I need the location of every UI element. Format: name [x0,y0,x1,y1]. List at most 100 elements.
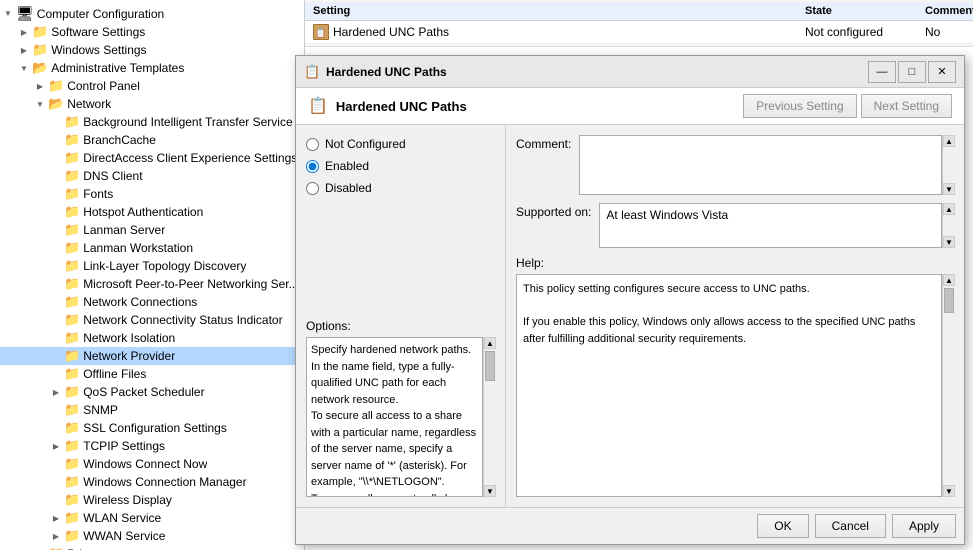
row-status: Not configured [805,25,925,39]
scrollbar-thumb[interactable] [485,351,495,381]
tree-item-net-connections[interactable]: 📁Network Connections [0,293,304,311]
col-header-comment: Comment [925,5,965,17]
maximize-button[interactable]: □ [898,61,926,83]
radio-disabled-label: Disabled [325,181,372,195]
ok-button[interactable]: OK [757,514,808,538]
options-label: Options: [306,319,495,333]
modal-title-text: Hardened UNC Paths [326,65,866,79]
tree-item-tcpip[interactable]: ▶📁TCPIP Settings [0,437,304,455]
tree-item-windows-connect-now[interactable]: 📁Windows Connect Now [0,455,304,473]
tree-item-printers[interactable]: 📁Printers [0,545,304,550]
scroll-down-arrow[interactable]: ▼ [484,485,496,497]
folder-icon-lanman-workstation: 📁 [64,240,80,256]
cancel-button[interactable]: Cancel [815,514,886,538]
comment-scrollbar[interactable]: ▲ ▼ [942,135,954,195]
comment-textarea[interactable] [579,135,942,195]
tree-item-snmp[interactable]: 📁SNMP [0,401,304,419]
tree-item-ssl-config[interactable]: 📁SSL Configuration Settings [0,419,304,437]
tree-item-control-panel[interactable]: ▶📁Control Panel [0,77,304,95]
tree-item-directaccess[interactable]: 📁DirectAccess Client Experience Settings [0,149,304,167]
tree-label-branchcache: BranchCache [83,133,156,147]
next-setting-button[interactable]: Next Setting [861,94,952,118]
tree-item-ms-peer[interactable]: 📁Microsoft Peer-to-Peer Networking Ser..… [0,275,304,293]
tree-item-offline-files[interactable]: 📁Offline Files [0,365,304,383]
supported-scroll-down[interactable]: ▼ [943,236,955,248]
help-scroll-down[interactable]: ▼ [943,485,955,497]
close-button[interactable]: ✕ [928,61,956,83]
radio-enabled[interactable]: Enabled [306,159,495,173]
expand-btn-qos[interactable]: ▶ [48,384,64,400]
modal-dialog: 📋 Hardened UNC Paths — □ ✕ 📋 Hardened UN… [295,55,965,545]
tree-item-windows-connection-manager[interactable]: 📁Windows Connection Manager [0,473,304,491]
supported-scrollbar[interactable]: ▲ ▼ [942,203,954,248]
tree-item-link-layer[interactable]: 📁Link-Layer Topology Discovery [0,257,304,275]
folder-icon-printers: 📁 [48,546,64,550]
tree-item-dns-client[interactable]: 📁DNS Client [0,167,304,185]
folder-icon-offline-files: 📁 [64,366,80,382]
modal-footer: OK Cancel Apply [296,507,964,544]
comment-section: Comment: ▲ ▼ [516,135,954,195]
expand-btn-software-settings[interactable]: ▶ [16,24,32,40]
options-content[interactable]: Specify hardened network paths. In the n… [306,337,483,497]
tree-item-lanman-server[interactable]: 📁Lanman Server [0,221,304,239]
tree-item-ncsi[interactable]: 📁Network Connectivity Status Indicator [0,311,304,329]
help-scrollbar[interactable]: ▲ ▼ [942,274,954,497]
help-scrollbar-thumb[interactable] [944,288,954,313]
expand-btn-admin-templates[interactable]: ▼ [16,60,32,76]
radio-not-configured[interactable]: Not Configured [306,137,495,151]
prev-setting-button[interactable]: Previous Setting [743,94,856,118]
folder-icon-computer-config: 🖥 [16,5,34,22]
expand-btn-tcpip[interactable]: ▶ [48,438,64,454]
tree-item-windows-settings[interactable]: ▶📁Windows Settings [0,41,304,59]
tree-item-network[interactable]: ▼📂Network [0,95,304,113]
tree-item-lanman-workstation[interactable]: 📁Lanman Workstation [0,239,304,257]
radio-disabled-input[interactable] [306,182,319,195]
help-section: Help: This policy setting configures sec… [516,256,954,497]
expand-btn-network[interactable]: ▼ [32,96,48,112]
tree-item-wireless-display[interactable]: 📁Wireless Display [0,491,304,509]
comment-scroll-up[interactable]: ▲ [943,135,955,147]
folder-icon-directaccess: 📁 [64,150,80,166]
table-row[interactable]: 📋 Hardened UNC Paths Not configured No [305,21,973,44]
folder-icon-windows-connection-manager: 📁 [64,474,80,490]
modal-nav-buttons: Previous Setting Next Setting [743,94,952,118]
expand-btn-computer-config[interactable]: ▼ [0,6,16,22]
tree-item-wwan-service[interactable]: ▶📁WWAN Service [0,527,304,545]
minimize-button[interactable]: — [868,61,896,83]
comment-scroll-down[interactable]: ▼ [943,183,955,195]
scroll-up-arrow[interactable]: ▲ [484,337,496,349]
help-content[interactable]: This policy setting configures secure ac… [516,274,942,497]
apply-button[interactable]: Apply [892,514,956,538]
supported-scroll-up[interactable]: ▲ [943,203,955,215]
tree-item-net-isolation[interactable]: 📁Network Isolation [0,329,304,347]
tree-item-wlan-service[interactable]: ▶📁WLAN Service [0,509,304,527]
tree-item-bitf[interactable]: 📁Background Intelligent Transfer Service [0,113,304,131]
tree-item-network-provider[interactable]: 📁Network Provider [0,347,304,365]
expand-btn-wlan-service[interactable]: ▶ [48,510,64,526]
supported-value: At least Windows Vista [600,204,941,226]
expand-btn-control-panel[interactable]: ▶ [32,78,48,94]
tree-item-fonts[interactable]: 📁Fonts [0,185,304,203]
folder-icon-ssl-config: 📁 [64,420,80,436]
supported-label: Supported on: [516,205,591,219]
help-scroll-up[interactable]: ▲ [943,274,955,286]
folder-icon-hotspot: 📁 [64,204,80,220]
tree-item-software-settings[interactable]: ▶📁Software Settings [0,23,304,41]
help-label: Help: [516,256,954,270]
tree-item-admin-templates[interactable]: ▼📂Administrative Templates [0,59,304,77]
tree-item-qos[interactable]: ▶📁QoS Packet Scheduler [0,383,304,401]
radio-disabled[interactable]: Disabled [306,181,495,195]
folder-icon-net-isolation: 📁 [64,330,80,346]
radio-not-configured-label: Not Configured [325,137,406,151]
expand-btn-wwan-service[interactable]: ▶ [48,528,64,544]
comment-label: Comment: [516,137,571,151]
tree-item-computer-config[interactable]: ▼🖥Computer Configuration [0,4,304,23]
radio-not-configured-input[interactable] [306,138,319,151]
tree-label-net-isolation: Network Isolation [83,331,175,345]
tree-label-net-connections: Network Connections [83,295,197,309]
tree-item-branchcache[interactable]: 📁BranchCache [0,131,304,149]
radio-enabled-input[interactable] [306,160,319,173]
options-scrollbar[interactable]: ▲ ▼ [483,337,495,497]
expand-btn-windows-settings[interactable]: ▶ [16,42,32,58]
tree-item-hotspot[interactable]: 📁Hotspot Authentication [0,203,304,221]
